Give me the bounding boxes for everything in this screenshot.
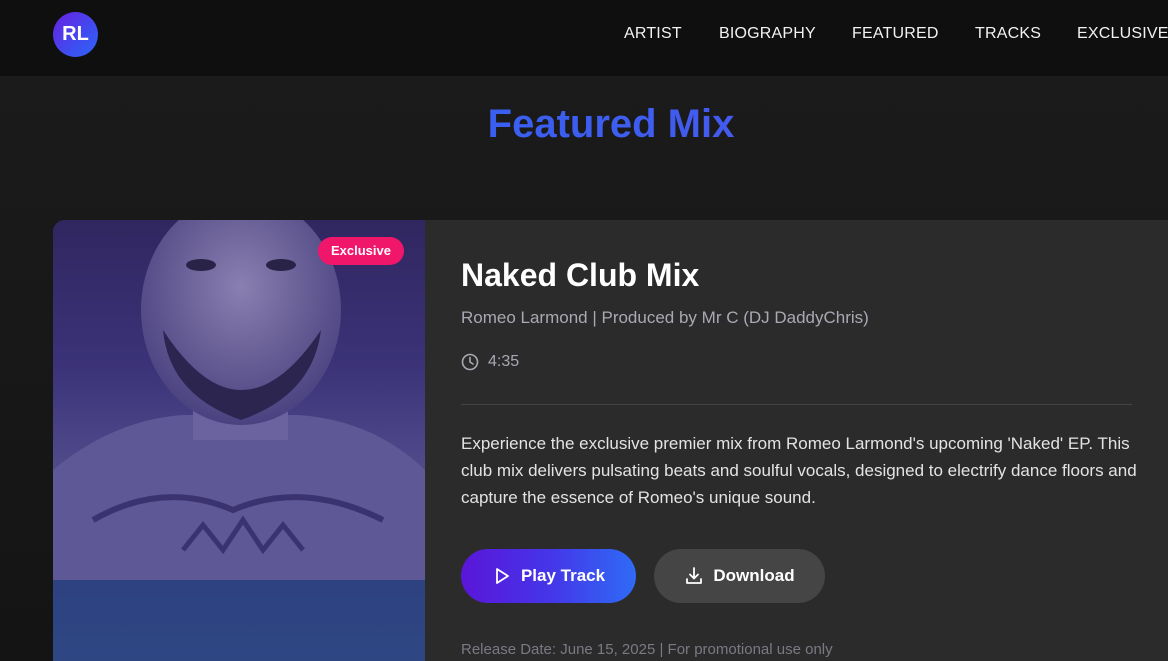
download-label: Download bbox=[713, 566, 795, 585]
cover-art: Exclusive bbox=[53, 220, 425, 661]
logo-text: RL bbox=[62, 23, 89, 45]
artist-photo-graphic bbox=[53, 220, 425, 580]
divider bbox=[461, 404, 1132, 405]
play-icon bbox=[496, 568, 509, 584]
site-header: RL ARTIST BIOGRAPHY FEATURED TRACKS EXCL… bbox=[0, 0, 1168, 76]
track-title: Naked Club Mix bbox=[461, 257, 700, 293]
section-title: Featured Mix bbox=[0, 102, 1168, 147]
artist-photo bbox=[53, 220, 425, 580]
play-track-label: Play Track bbox=[520, 566, 606, 585]
play-track-button[interactable]: Play Track bbox=[461, 549, 636, 603]
release-footnote: Release Date: June 15, 2025 | For promot… bbox=[461, 641, 833, 658]
nav-link-exclusive[interactable]: EXCLUSIVE bbox=[1077, 25, 1168, 43]
featured-section: Featured Mix Exclusive Naked Club Mix Ro… bbox=[0, 76, 1168, 661]
track-duration: 4:35 bbox=[461, 353, 519, 371]
download-button[interactable]: Download bbox=[654, 549, 825, 603]
logo[interactable]: RL bbox=[53, 12, 98, 57]
featured-track-card: Exclusive Naked Club Mix Romeo Larmond |… bbox=[53, 220, 1168, 661]
download-icon bbox=[686, 567, 703, 584]
nav-link-featured[interactable]: FEATURED bbox=[852, 25, 939, 43]
clock-icon bbox=[461, 353, 479, 371]
duration-value: 4:35 bbox=[488, 353, 520, 370]
track-description: Experience the exclusive premier mix fro… bbox=[461, 434, 1137, 507]
exclusive-badge: Exclusive bbox=[318, 237, 404, 265]
nav-link-tracks[interactable]: TRACKS bbox=[975, 25, 1041, 43]
nav-link-artist[interactable]: ARTIST bbox=[624, 25, 682, 43]
track-credits: Romeo Larmond | Produced by Mr C (DJ Dad… bbox=[461, 308, 869, 327]
nav-link-biography[interactable]: BIOGRAPHY bbox=[719, 25, 816, 43]
